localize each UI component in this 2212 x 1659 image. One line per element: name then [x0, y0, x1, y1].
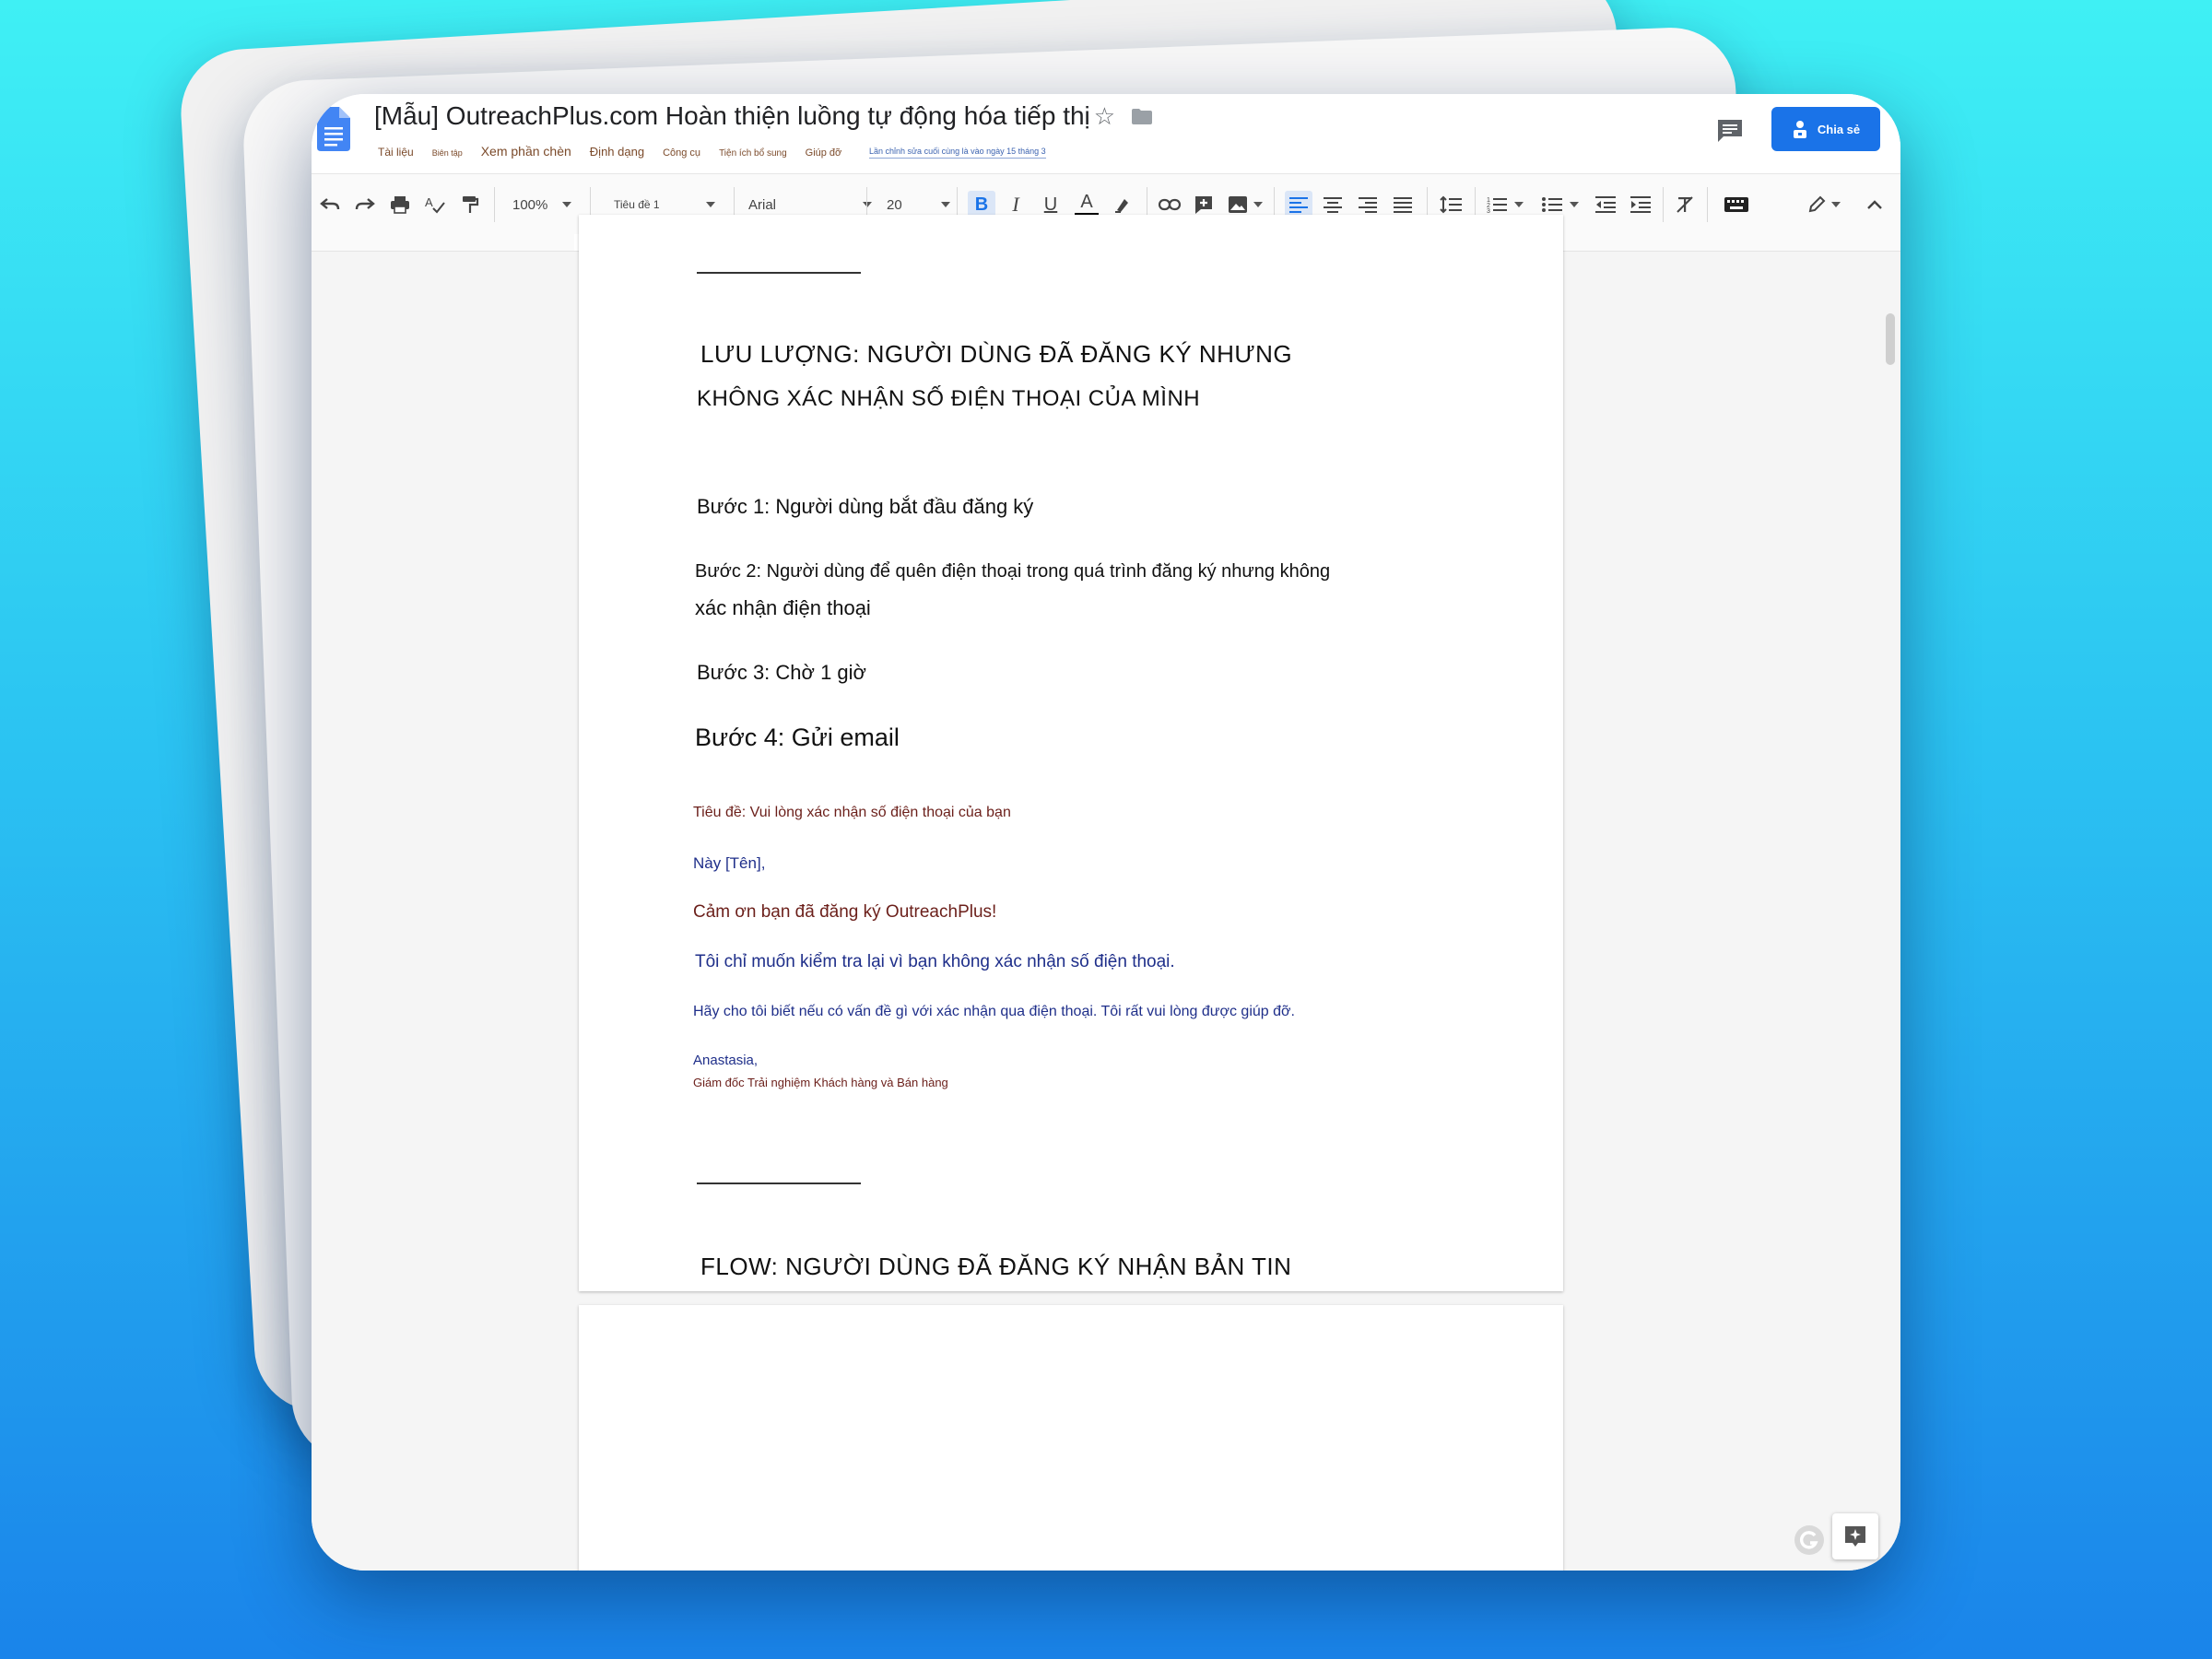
- email-signature-name: Anastasia,: [693, 1053, 759, 1068]
- grammarly-icon[interactable]: [1792, 1523, 1827, 1558]
- font-value: Arial: [748, 196, 777, 213]
- chevron-down-icon: [562, 202, 572, 207]
- undo-icon[interactable]: [317, 191, 343, 218]
- chevron-down-icon: [1570, 202, 1579, 207]
- explore-sparkle-icon: [1845, 1526, 1865, 1547]
- docs-window: [Mẫu] OutreachPlus.com Hoàn thiện luồng …: [312, 94, 1900, 1571]
- zoom-value: 100%: [512, 196, 548, 213]
- star-icon[interactable]: ☆: [1094, 102, 1115, 130]
- section-heading: FLOW: NGƯỜI DÙNG ĐÃ ĐĂNG KÝ NHẬN BẢN TIN: [700, 1253, 1292, 1280]
- email-thanks: Cảm ơn bạn đã đăng ký OutreachPlus!: [693, 902, 997, 922]
- document-title[interactable]: [Mẫu] OutreachPlus.com Hoàn thiện luồng …: [374, 101, 1115, 131]
- menu-help[interactable]: Giúp đỡ: [806, 147, 842, 159]
- folder-icon[interactable]: [1132, 109, 1152, 124]
- email-signature-title: Giám đốc Trải nghiệm Khách hàng và Bán h…: [693, 1076, 948, 1089]
- document-page-next[interactable]: [579, 1305, 1563, 1571]
- comment-history-icon[interactable]: [1716, 118, 1744, 144]
- docs-logo-icon[interactable]: [317, 107, 350, 151]
- menu-tools[interactable]: Công cụ: [663, 147, 700, 159]
- step-1-text: Bước 1: Người dùng bắt đầu đăng ký: [697, 495, 1034, 518]
- lock-person-icon: [1793, 121, 1806, 138]
- menu-addons[interactable]: Tiện ích bổ sung: [719, 148, 787, 159]
- font-size-value: 20: [887, 196, 902, 213]
- document-page[interactable]: LƯU LƯỢNG: NGƯỜI DÙNG ĐÃ ĐĂNG KÝ NHƯNG K…: [579, 215, 1563, 1291]
- print-icon[interactable]: [387, 191, 413, 218]
- vertical-scrollbar[interactable]: [1886, 313, 1895, 365]
- chevron-down-icon: [940, 202, 950, 207]
- keyboard-icon[interactable]: [1722, 191, 1751, 218]
- clear-formatting-icon[interactable]: [1672, 191, 1698, 218]
- step-2-text-line-2: xác nhận điện thoại: [695, 596, 871, 619]
- svg-text:A: A: [425, 195, 433, 209]
- share-button[interactable]: Chia sẻ: [1771, 107, 1880, 151]
- style-value: Tiêu đề 1: [614, 198, 660, 211]
- redo-icon[interactable]: [352, 191, 378, 218]
- step-3-text: Bước 3: Chờ 1 giờ: [697, 661, 866, 684]
- horizontal-rule: [697, 1182, 861, 1184]
- increase-indent-icon[interactable]: [1628, 191, 1653, 218]
- email-greeting: Này [Tên],: [693, 854, 766, 872]
- menu-view-insert[interactable]: Xem phần chèn: [481, 144, 571, 159]
- step-2-text: Bước 2: Người dùng để quên điện thoại tr…: [695, 561, 1331, 582]
- step-4-text: Bước 4: Gửi email: [695, 724, 900, 751]
- email-body-line-1: Tôi chỉ muốn kiểm tra lại vì bạn không x…: [695, 952, 1175, 971]
- collapse-toolbar-icon[interactable]: [1862, 191, 1888, 218]
- menu-edit[interactable]: Biên tập: [432, 148, 463, 158]
- chevron-down-icon: [863, 202, 873, 207]
- menu-bar: Tài liệu Biên tập Xem phần chèn Định dạng Cô…: [378, 144, 860, 160]
- horizontal-rule: [697, 272, 861, 274]
- section-heading-line-2: KHÔNG XÁC NHẬN SỐ ĐIỆN THOẠI CỦA MÌNH: [697, 386, 1201, 411]
- explore-button[interactable]: [1832, 1513, 1878, 1559]
- menu-file[interactable]: Tài liệu: [378, 146, 414, 159]
- chevron-down-icon: [1514, 202, 1524, 207]
- header: [Mẫu] OutreachPlus.com Hoàn thiện luồng …: [312, 94, 1900, 173]
- last-edit-link[interactable]: Lần chỉnh sửa cuối cùng là vào ngày 15 t…: [869, 147, 1046, 159]
- paint-format-icon[interactable]: [457, 191, 483, 218]
- svg-text:3: 3: [1487, 208, 1490, 214]
- chevron-down-icon: [1253, 202, 1263, 207]
- text-color-label: A: [1080, 192, 1093, 212]
- editing-mode-icon[interactable]: [1803, 191, 1845, 218]
- section-heading: LƯU LƯỢNG: NGƯỜI DÙNG ĐÃ ĐĂNG KÝ NHƯNG: [700, 340, 1293, 368]
- zoom-select[interactable]: 100%: [512, 191, 572, 218]
- document-title-text[interactable]: [Mẫu] OutreachPlus.com Hoàn thiện luồng …: [374, 101, 1090, 130]
- email-subject: Tiêu đề: Vui lòng xác nhận số điện thoại…: [693, 805, 1011, 820]
- menu-format[interactable]: Định dạng: [590, 145, 644, 159]
- decrease-indent-icon[interactable]: [1593, 191, 1618, 218]
- share-button-label: Chia sẻ: [1817, 122, 1861, 136]
- email-body-line-2: Hãy cho tôi biết nếu có vấn đề gì với xá…: [693, 1004, 1295, 1019]
- spellcheck-icon[interactable]: A: [422, 191, 448, 218]
- document-canvas: LƯU LƯỢNG: NGƯỜI DÙNG ĐÃ ĐĂNG KÝ NHƯNG K…: [312, 215, 1900, 1571]
- chevron-down-icon: [705, 202, 715, 207]
- chevron-down-icon: [1831, 202, 1841, 207]
